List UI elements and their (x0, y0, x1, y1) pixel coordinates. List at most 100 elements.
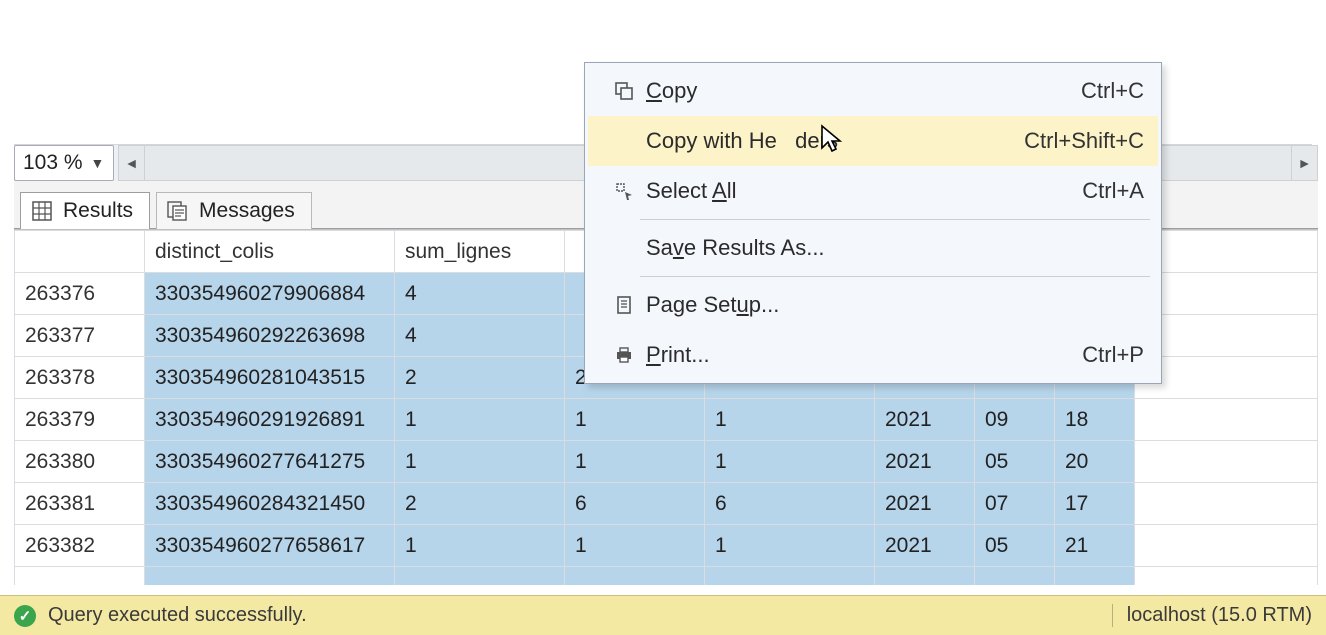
table-row[interactable]: 26338233035496027765861711120210521 (15, 525, 1318, 567)
grid-cell (1135, 567, 1318, 586)
grid-cell[interactable]: 2 (395, 483, 565, 525)
menu-page-setup[interactable]: Page Setup... (588, 280, 1158, 330)
menu-print-label: Print... (646, 342, 1082, 368)
grid-cell[interactable]: 05 (975, 441, 1055, 483)
grid-cell[interactable]: 07 (975, 483, 1055, 525)
zoom-value: 103 % (23, 151, 83, 175)
chevron-down-icon: ▼ (91, 155, 105, 171)
grid-cell[interactable]: 1 (565, 525, 705, 567)
menu-save-results-as[interactable]: Save Results As... (588, 223, 1158, 273)
row-number[interactable]: 263377 (15, 315, 145, 357)
status-left: ✓ Query executed successfully. (14, 604, 307, 627)
grid-cell[interactable]: 330354960281043515 (145, 357, 395, 399)
grid-cell[interactable]: 1 (705, 399, 875, 441)
grid-cell[interactable]: 330354960277658617 (145, 525, 395, 567)
grid-cell-filler (1135, 483, 1318, 525)
grid-cell[interactable]: 330354960284321450 (145, 483, 395, 525)
grid-cell[interactable]: 05 (975, 525, 1055, 567)
table-row (15, 567, 1318, 586)
table-row[interactable]: 26338133035496028432145026620210717 (15, 483, 1318, 525)
messages-icon (167, 200, 189, 222)
row-number[interactable]: 263376 (15, 273, 145, 315)
print-icon (602, 345, 646, 365)
grid-cell[interactable]: 330354960277641275 (145, 441, 395, 483)
menu-select-all-shortcut: Ctrl+A (1082, 178, 1144, 204)
grid-icon (31, 200, 53, 222)
menu-copy-headers-label: Copy with He ders (646, 128, 1024, 154)
grid-cell[interactable]: 2021 (875, 441, 975, 483)
grid-cell (875, 567, 975, 586)
grid-cell[interactable]: 1 (395, 441, 565, 483)
grid-cell (1055, 567, 1135, 586)
grid-cell[interactable]: 09 (975, 399, 1055, 441)
grid-cell[interactable]: 1 (395, 399, 565, 441)
grid-cell[interactable]: 6 (705, 483, 875, 525)
grid-cell[interactable]: 20 (1055, 441, 1135, 483)
grid-cell[interactable]: 330354960279906884 (145, 273, 395, 315)
grid-cell[interactable]: 2021 (875, 399, 975, 441)
row-number[interactable]: 263381 (15, 483, 145, 525)
grid-cell (705, 567, 875, 586)
row-number (15, 567, 145, 586)
tab-results[interactable]: Results (20, 192, 150, 229)
grid-header-sum-lignes[interactable]: sum_lignes (395, 231, 565, 273)
grid-cell-filler (1135, 441, 1318, 483)
grid-cell[interactable]: 1 (565, 399, 705, 441)
grid-cell[interactable]: 17 (1055, 483, 1135, 525)
grid-cell[interactable]: 4 (395, 315, 565, 357)
grid-cell (565, 567, 705, 586)
grid-cell[interactable]: 1 (395, 525, 565, 567)
grid-cell-filler (1135, 399, 1318, 441)
grid-cell[interactable]: 1 (705, 525, 875, 567)
grid-cell[interactable]: 4 (395, 273, 565, 315)
grid-cell[interactable]: 1 (565, 441, 705, 483)
menu-page-setup-label: Page Setup... (646, 292, 1144, 318)
grid-header-distinct-colis[interactable]: distinct_colis (145, 231, 395, 273)
grid-cell-filler (1135, 525, 1318, 567)
grid-cell[interactable]: 18 (1055, 399, 1135, 441)
menu-select-all[interactable]: Select All Ctrl+A (588, 166, 1158, 216)
menu-copy-with-headers[interactable]: Copy with He ders Ctrl+Shift+C (588, 116, 1158, 166)
scroll-left-icon[interactable]: ◄ (119, 146, 145, 180)
status-bar: ✓ Query executed successfully. localhost… (0, 595, 1326, 635)
grid-cell[interactable]: 330354960292263698 (145, 315, 395, 357)
row-number[interactable]: 263378 (15, 357, 145, 399)
tab-messages[interactable]: Messages (156, 192, 312, 229)
menu-separator (640, 219, 1150, 220)
grid-cell[interactable]: 330354960291926891 (145, 399, 395, 441)
zoom-dropdown[interactable]: 103 % ▼ (14, 145, 114, 181)
grid-cell (975, 567, 1055, 586)
status-connection: localhost (15.0 RTM) (1112, 604, 1312, 627)
context-menu: Copy Ctrl+C Copy with He ders Ctrl+Shift… (584, 62, 1162, 384)
menu-select-all-label: Select All (646, 178, 1082, 204)
menu-copy[interactable]: Copy Ctrl+C (588, 66, 1158, 116)
menu-copy-shortcut: Ctrl+C (1081, 78, 1144, 104)
row-number[interactable]: 263380 (15, 441, 145, 483)
grid-cell[interactable]: 6 (565, 483, 705, 525)
check-icon: ✓ (14, 605, 36, 627)
menu-save-as-label: Save Results As... (646, 235, 1144, 261)
grid-cell[interactable]: 21 (1055, 525, 1135, 567)
grid-cell[interactable]: 2021 (875, 483, 975, 525)
grid-cell[interactable]: 2021 (875, 525, 975, 567)
table-row[interactable]: 26337933035496029192689111120210918 (15, 399, 1318, 441)
row-number[interactable]: 263382 (15, 525, 145, 567)
row-number[interactable]: 263379 (15, 399, 145, 441)
scroll-right-icon[interactable]: ► (1291, 146, 1317, 180)
menu-print[interactable]: Print... Ctrl+P (588, 330, 1158, 380)
grid-cell (395, 567, 565, 586)
grid-cell[interactable]: 1 (705, 441, 875, 483)
menu-copy-label: Copy (646, 78, 1081, 104)
menu-separator (640, 276, 1150, 277)
copy-icon (602, 81, 646, 101)
menu-print-shortcut: Ctrl+P (1082, 342, 1144, 368)
table-row[interactable]: 26338033035496027764127511120210520 (15, 441, 1318, 483)
grid-cell (145, 567, 395, 586)
select-all-icon (602, 181, 646, 201)
menu-copy-headers-shortcut: Ctrl+Shift+C (1024, 128, 1144, 154)
grid-header-corner[interactable] (15, 231, 145, 273)
tab-results-label: Results (63, 199, 133, 223)
status-message: Query executed successfully. (48, 604, 307, 627)
page-setup-icon (602, 295, 646, 315)
grid-cell[interactable]: 2 (395, 357, 565, 399)
